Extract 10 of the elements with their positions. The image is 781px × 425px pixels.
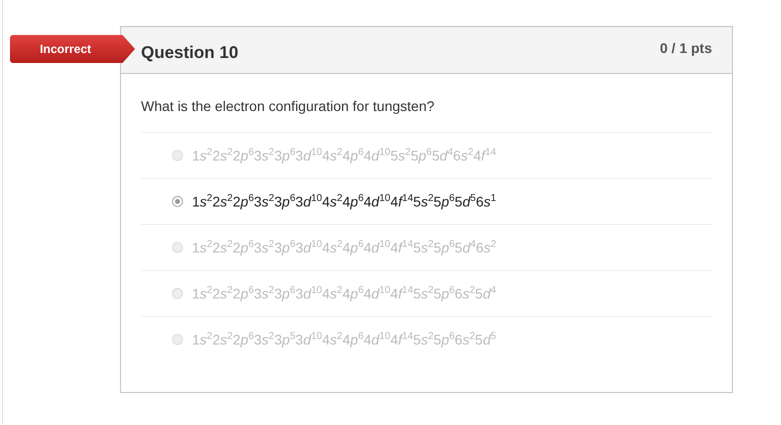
points-label: 0 / 1 pts: [660, 40, 712, 58]
answer-text: 1s$^{2}$2s$^{2}$2p$^{6}$3s$^{2}$3p$^{5}$3d$^{10}$4s$^{2}$4p$^{6}$4d$^{10}$4f$^{14}$5s$^{2}$5p$^{6}$6s$^{2}$5d$^{5}$: [192, 331, 496, 348]
answer-text: 1s$^{2}$2s$^{2}$2p$^{6}$3s$^{2}$3p$^{6}$3d$^{10}$4s$^{2}$4p$^{6}$4d$^{10}$4f$^{14}$5s$^{2}$5p$^{6}$6s$^{2}$5d$^{4}$: [192, 285, 496, 302]
radio-button[interactable]: [172, 196, 183, 207]
answer-text: 1s$^{2}$2s$^{2}$2p$^{6}$3s$^{2}$3p$^{6}$3d$^{10}$4s$^{2}$4p$^{6}$4d$^{10}$4f$^{14}$5s$^{2}$5p$^{6}$5d$^{5}$6s$^{1}$: [192, 193, 496, 210]
question-text: What is the electron configuration for tungsten?: [141, 98, 436, 114]
result-banner: Incorrect: [10, 35, 135, 63]
answer-text: 1s$^{2}$2s$^{2}$2p$^{6}$3s$^{2}$3p$^{6}$3d$^{10}$4s$^{2}$4p$^{6}$4d$^{10}$4f$^{14}$5s$^{2}$5p$^{6}$5d$^{4}$6s$^{2}$: [192, 239, 496, 256]
answer-text: 1s$^{2}$2s$^{2}$2p$^{6}$3s$^{2}$3p$^{6}$3d$^{10}$4s$^{2}$4p$^{6}$4d$^{10}$5s$^{2}$5p$^{6}$5d$^{4}$6s$^{2}$4f$^{14}$: [192, 147, 496, 164]
question-title: Question 10: [141, 43, 238, 64]
